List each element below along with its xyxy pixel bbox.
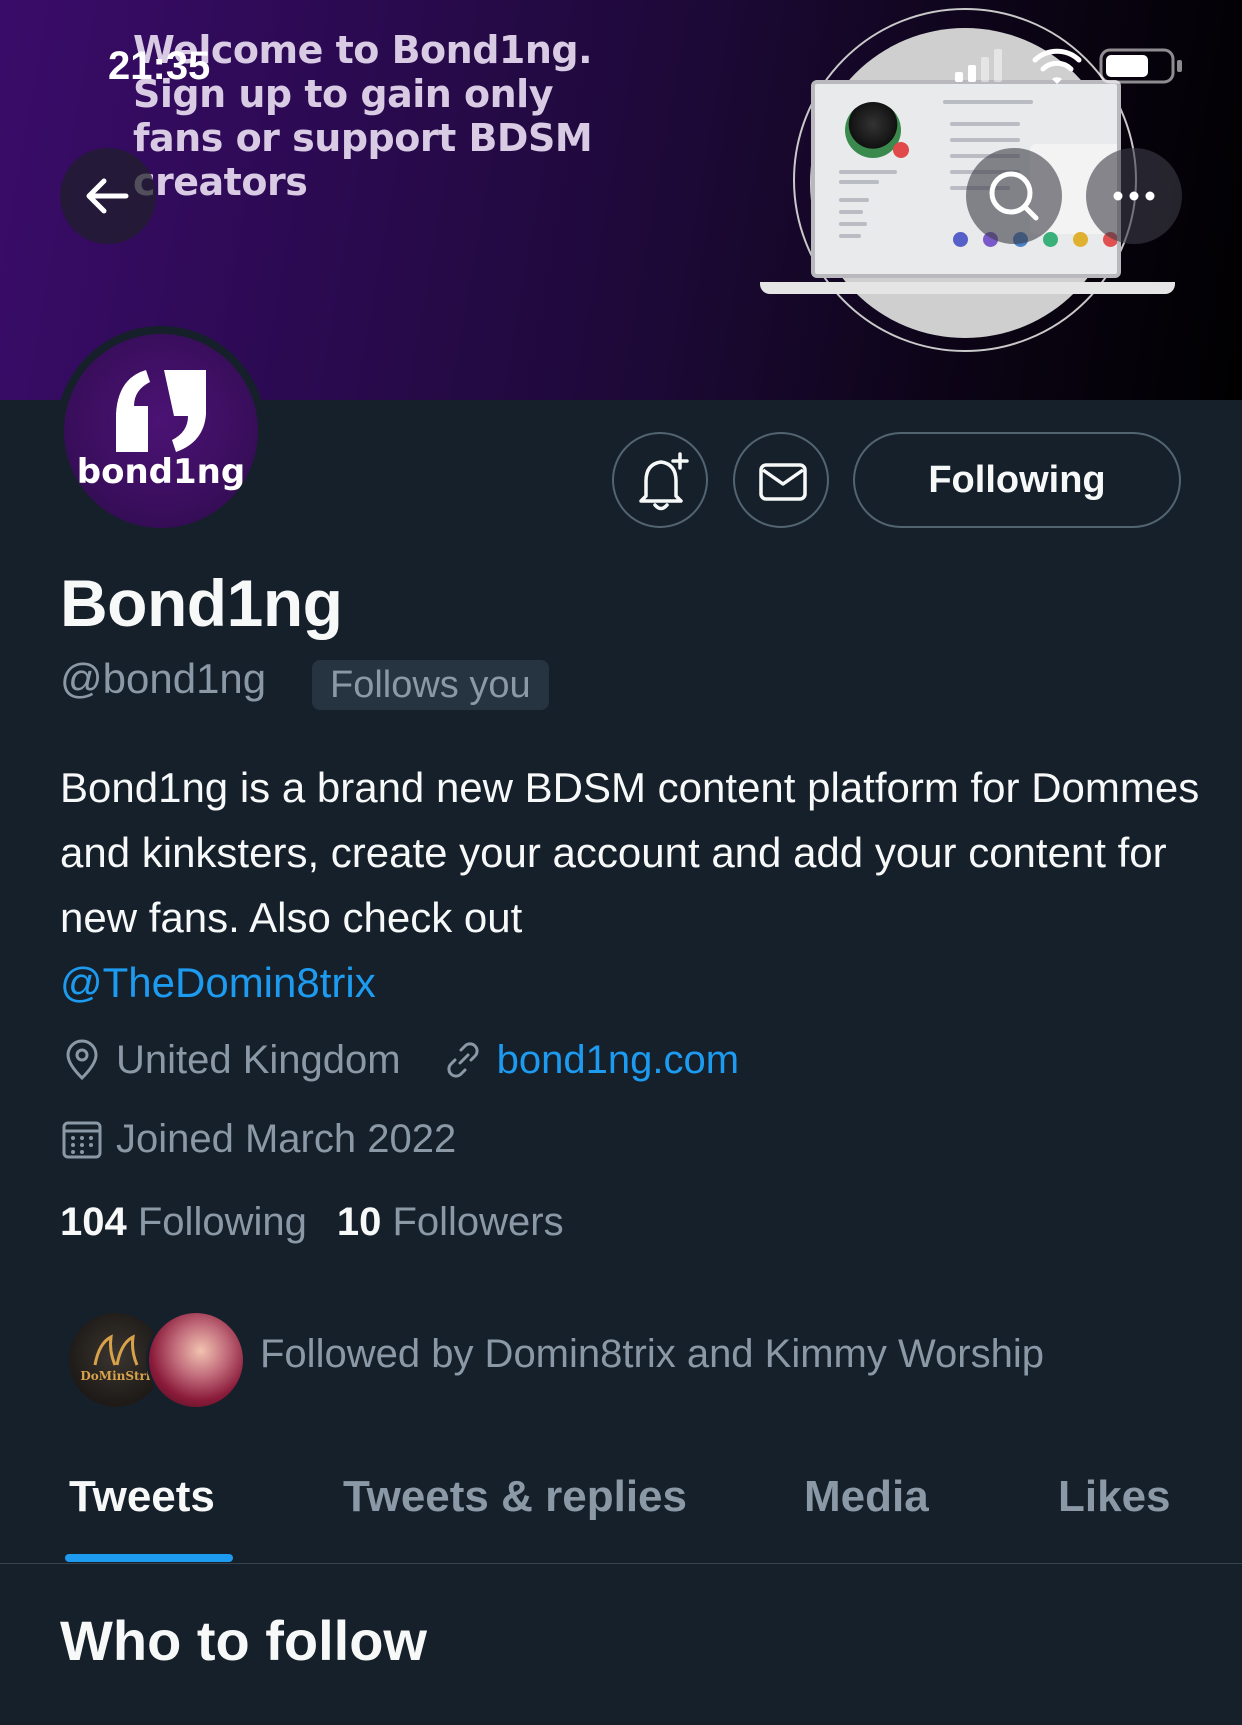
banner-laptop-base [760, 282, 1175, 294]
profile-avatar[interactable]: bond1ng [56, 326, 266, 536]
followed-by-row[interactable]: DoMinStrix Followed by Domin8trix and Ki… [66, 1308, 1196, 1412]
website-link[interactable]: bond1ng.com [497, 1038, 739, 1083]
handle: @bond1ng [60, 655, 267, 702]
more-button[interactable] [1086, 148, 1182, 244]
follows-you-badge: Follows you [312, 660, 549, 710]
bio-text: Bond1ng is a brand new BDSM content plat… [60, 764, 1200, 941]
search-icon [989, 171, 1039, 221]
message-button[interactable] [733, 432, 829, 528]
tab-media[interactable]: Media [804, 1472, 929, 1522]
status-time: 21:35 [108, 44, 211, 88]
followers-count-link[interactable]: 10 Followers [337, 1200, 564, 1245]
followed-by-avatar [146, 1310, 246, 1410]
avatar-logo-text: bond1ng [76, 452, 246, 492]
bio-mention-link[interactable]: @TheDomin8trix [60, 959, 376, 1006]
following-count-label: Following [137, 1200, 307, 1244]
who-to-follow-heading: Who to follow [60, 1609, 427, 1672]
back-button[interactable] [60, 148, 156, 244]
meta-joined: Joined March 2022 [60, 1114, 456, 1164]
followed-by-text: Followed by Domin8trix and Kimmy Worship [260, 1332, 1044, 1376]
bio: Bond1ng is a brand new BDSM content plat… [60, 755, 1200, 1015]
more-icon [1113, 191, 1155, 201]
display-name: Bond1ng [60, 566, 343, 640]
location-text: United Kingdom [116, 1037, 401, 1082]
notifications-button[interactable] [612, 432, 708, 528]
banner-text: Welcome to Bond1ng. Sign up to gain only… [133, 28, 593, 204]
link-icon [447, 1042, 479, 1078]
followers-count: 10 [336, 1200, 382, 1244]
arrow-left-icon [86, 178, 129, 214]
tab-tweets[interactable]: Tweets [69, 1472, 215, 1522]
status-icons [955, 48, 1182, 84]
following-button[interactable]: Following [853, 432, 1181, 528]
calendar-icon [62, 1121, 102, 1159]
cellular-signal-icon [955, 49, 1002, 82]
location-pin-icon [66, 1039, 98, 1081]
follow-counts: 104 Following 10 Followers [60, 1200, 594, 1245]
followers-count-label: Followers [392, 1200, 564, 1244]
following-count: 104 [60, 1200, 127, 1244]
following-count-link[interactable]: 104 Following [60, 1200, 307, 1245]
quote-logo-icon [116, 370, 206, 452]
profile-tabs: Tweets Tweets & replies Media Likes [0, 1462, 1242, 1564]
bell-plus-icon [639, 452, 689, 511]
wifi-icon [1032, 48, 1082, 84]
meta-location-website: United Kingdom bond1ng.com [60, 1035, 739, 1085]
tab-likes[interactable]: Likes [1058, 1472, 1171, 1522]
envelope-icon [759, 463, 807, 501]
battery-icon [1099, 48, 1182, 84]
active-tab-indicator [65, 1554, 233, 1562]
search-button[interactable] [966, 148, 1062, 244]
tab-tweets-replies[interactable]: Tweets & replies [343, 1472, 687, 1522]
joined-text: Joined March 2022 [116, 1116, 457, 1161]
